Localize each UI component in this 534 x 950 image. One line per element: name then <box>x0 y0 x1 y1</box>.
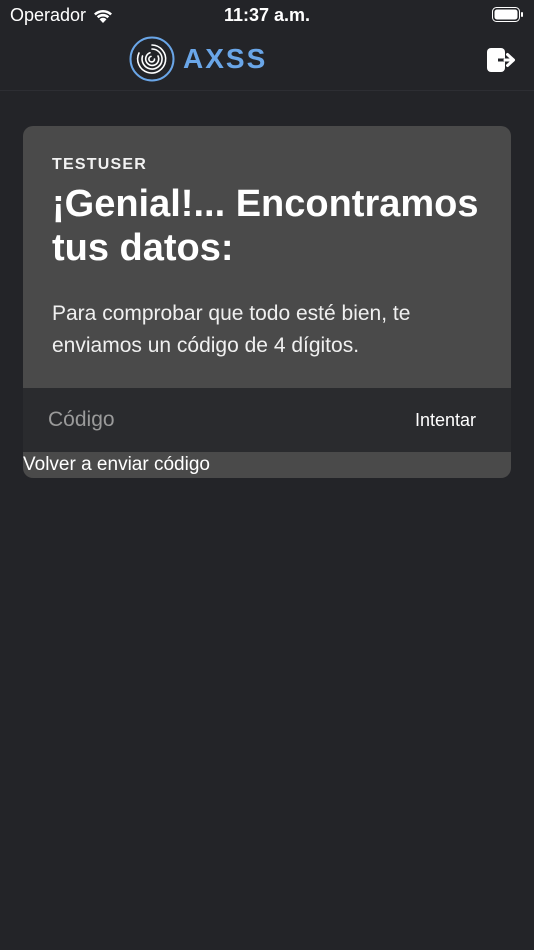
code-entry-row: Intentar <box>23 388 511 452</box>
description-text: Para comprobar que todo esté bien, te en… <box>52 302 411 357</box>
status-time: 11:37 a.m. <box>223 5 311 25</box>
card-header: TESTUSER ¡Genial!... Encontramos tus dat… <box>23 126 511 358</box>
logout-icon[interactable] <box>486 46 516 74</box>
battery-icon <box>492 7 523 22</box>
app-logo: AXSS <box>129 36 267 82</box>
username-label: TESTUSER <box>52 156 147 173</box>
navigation-bar: AXSS <box>0 30 534 91</box>
logo-text: AXSS <box>183 43 268 74</box>
fingerprint-icon <box>129 36 175 82</box>
try-button[interactable]: Intentar <box>415 410 476 431</box>
code-input[interactable] <box>46 407 350 433</box>
verification-card: TESTUSER ¡Genial!... Encontramos tus dat… <box>23 126 511 478</box>
status-bar: Operador 11:37 a.m. <box>0 0 534 30</box>
resend-code-link[interactable]: Volver a enviar código <box>23 454 210 476</box>
headline: ¡Genial!... Encontramos tus datos: <box>52 183 479 269</box>
